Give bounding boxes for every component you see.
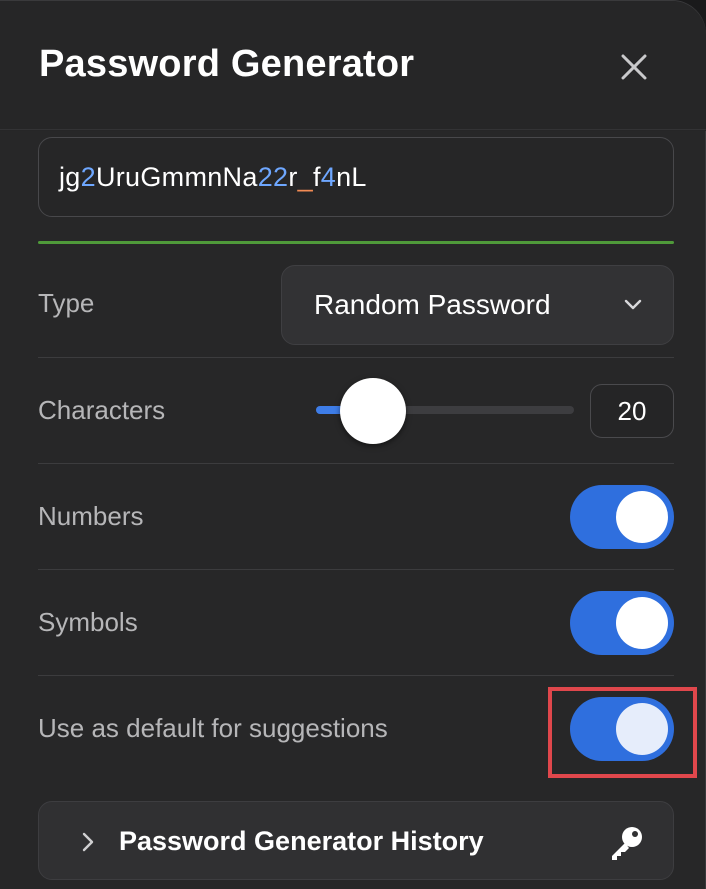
key-icon	[612, 827, 642, 860]
password-strength-bar	[38, 241, 674, 244]
panel-header: Password Generator	[0, 1, 706, 131]
history-label: Password Generator History	[119, 826, 484, 856]
password-segment-digit: 2	[80, 161, 96, 192]
toggle-knob	[616, 597, 668, 649]
characters-label: Characters	[38, 395, 166, 425]
row-divider	[38, 357, 674, 358]
row-divider	[38, 675, 674, 676]
row-divider	[38, 463, 674, 464]
password-segment-letter: r	[288, 161, 298, 192]
password-generator-history-button[interactable]: Password Generator History	[38, 801, 674, 880]
password-segment-digit: 22	[257, 161, 289, 192]
chevron-right-icon	[82, 832, 94, 852]
numbers-label: Numbers	[38, 501, 144, 531]
toggle-knob	[616, 491, 668, 543]
close-button[interactable]	[612, 45, 656, 89]
characters-slider-handle[interactable]	[340, 378, 406, 444]
password-segment-letter: f	[312, 161, 321, 192]
generated-password-field[interactable]: jg 2 UruGmmnNa 22 r _ f 4 nL	[38, 137, 674, 217]
default-suggestions-label: Use as default for suggestions	[38, 713, 388, 743]
password-generator-panel: Password Generator jg 2 UruGmmnNa 22 r _ f 4 nL …	[0, 0, 706, 889]
chevron-down-icon	[624, 299, 642, 310]
password-segment-digit: 4	[320, 161, 337, 192]
type-select[interactable]: Random Password	[281, 265, 674, 345]
password-segment-letter: UruGmmnNa	[95, 161, 258, 192]
numbers-toggle[interactable]	[570, 485, 674, 549]
row-divider	[38, 569, 674, 570]
type-select-value: Random Password	[314, 289, 551, 320]
type-label: Type	[38, 288, 95, 318]
password-segment-symbol: _	[297, 161, 313, 192]
header-divider	[0, 129, 706, 130]
symbols-toggle[interactable]	[570, 591, 674, 655]
password-segment-letter: nL	[336, 161, 367, 192]
highlight-annotation-box	[548, 687, 697, 778]
close-icon	[621, 54, 647, 80]
panel-title: Password Generator	[39, 43, 415, 85]
symbols-label: Symbols	[38, 607, 138, 637]
password-segment-letter: jg	[59, 161, 81, 192]
characters-count-input[interactable]: 20	[590, 384, 674, 438]
